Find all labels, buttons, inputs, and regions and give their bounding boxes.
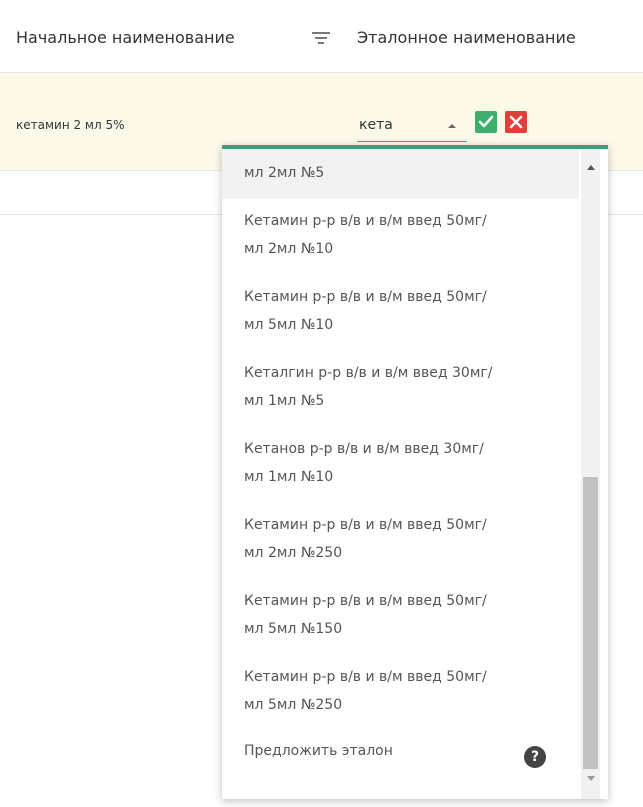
initial-name-cell: кетамин 2 мл 5% — [16, 118, 125, 132]
option-line-2: мл 1мл №5 — [244, 393, 325, 409]
suggest-etalon-link[interactable]: Предложить эталон — [244, 743, 393, 759]
etalon-input-wrapper — [357, 111, 467, 142]
option-line-2: мл 1мл №10 — [244, 469, 334, 485]
options-list: мл 2мл №5 Кетамин р-р в/в и в/м введ 50м… — [222, 149, 579, 799]
option-line-2: мл 2мл №250 — [244, 545, 343, 561]
list-item[interactable]: Кетамин р-р в/в и в/м введ 50мг/ мл 2мл … — [222, 199, 579, 275]
list-item[interactable]: Кетамин р-р в/в и в/м введ 50мг/ мл 5мл … — [222, 655, 579, 731]
dropdown-scrollbar[interactable] — [581, 149, 600, 799]
list-item[interactable]: Кетанов р-р в/в и в/м введ 30мг/ мл 1мл … — [222, 427, 579, 503]
list-item[interactable]: Кетамин р-р в/в и в/м введ 50мг/ мл 5мл … — [222, 579, 579, 655]
option-line-1: Кетамин р-р в/в и в/м введ 50мг/ — [244, 517, 487, 533]
option-line-2: мл 2мл №10 — [244, 241, 334, 257]
scrollbar-thumb[interactable] — [583, 477, 598, 769]
option-line-2: мл 2мл №5 — [244, 165, 325, 181]
option-line-2: мл 5мл №250 — [244, 697, 343, 713]
column-header-initial-name[interactable]: Начальное наименование — [16, 28, 235, 47]
column-header-etalon-name[interactable]: Эталонное наименование — [357, 28, 576, 47]
option-line-1: Кетамин р-р в/в и в/м введ 50мг/ — [244, 213, 487, 229]
list-item[interactable]: Кеталгин р-р в/в и в/м введ 30мг/ мл 1мл… — [222, 351, 579, 427]
close-icon — [509, 115, 523, 129]
option-line-1: Кетамин р-р в/в и в/м введ 50мг/ — [244, 669, 487, 685]
option-line-1: Кетамин р-р в/в и в/м введ 50мг/ — [244, 289, 487, 305]
list-item[interactable]: Кетамин р-р в/в и в/м введ 50мг/ мл 2мл … — [222, 503, 579, 579]
help-icon[interactable]: ? — [524, 746, 546, 768]
checkmark-icon — [478, 115, 494, 128]
option-line-2: мл 5мл №10 — [244, 317, 334, 333]
list-item[interactable]: Кетамин р-р в/в и в/м введ 50мг/ мл 5мл … — [222, 275, 579, 351]
scroll-up-arrow-icon[interactable] — [586, 163, 596, 171]
autocomplete-dropdown: мл 2мл №5 Кетамин р-р в/в и в/м введ 50м… — [222, 145, 608, 799]
caret-up-icon[interactable] — [445, 121, 459, 131]
confirm-button[interactable] — [475, 111, 497, 133]
table-header: Начальное наименование Эталонное наимено… — [0, 0, 643, 73]
filter-lines-icon[interactable] — [311, 30, 331, 46]
scroll-down-arrow-icon[interactable] — [586, 775, 596, 783]
list-item[interactable]: мл 2мл №5 — [222, 149, 579, 199]
option-line-1: Кеталгин р-р в/в и в/м введ 30мг/ — [244, 365, 493, 381]
option-line-1: Кетамин р-р в/в и в/м введ 50мг/ — [244, 593, 487, 609]
cancel-button[interactable] — [505, 111, 527, 133]
option-line-1: Кетанов р-р в/в и в/м введ 30мг/ — [244, 441, 484, 457]
option-line-2: мл 5мл №150 — [244, 621, 343, 637]
etalon-search-input[interactable] — [357, 111, 441, 139]
